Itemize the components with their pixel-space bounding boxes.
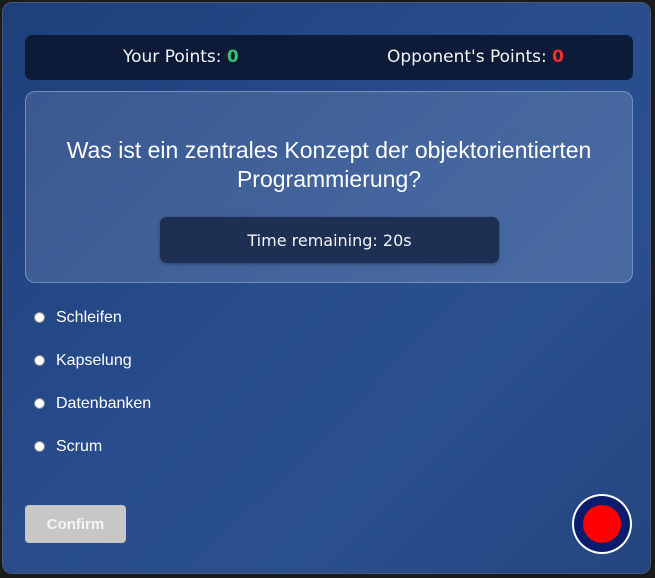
question-text: Was ist ein zentrales Konzept der objekt… (66, 137, 592, 192)
your-points: Your Points: 0 (123, 47, 239, 67)
answer-options: Schleifen Kapselung Datenbanken Scrum (34, 309, 151, 481)
your-points-label: Your Points: (123, 47, 227, 67)
answer-option-label: Datenbanken (56, 395, 152, 412)
opponent-points-label: Opponent's Points: (387, 47, 553, 67)
confirm-button[interactable]: Confirm (25, 505, 126, 543)
answer-option-label: Kapselung (56, 352, 132, 369)
record-icon (583, 505, 621, 543)
record-button[interactable] (572, 494, 632, 554)
quiz-window: Your Points: 0 Opponent's Points: 0 Was … (2, 2, 651, 574)
scoreboard: Your Points: 0 Opponent's Points: 0 (25, 35, 633, 80)
your-points-value: 0 (226, 47, 239, 67)
radio-button[interactable] (34, 441, 45, 452)
answer-option[interactable]: Scrum (34, 438, 151, 481)
radio-button[interactable] (34, 355, 45, 366)
answer-option[interactable]: Kapselung (34, 352, 151, 395)
opponent-points-value: 0 (552, 47, 565, 67)
record-ring (574, 496, 630, 552)
answer-option[interactable]: Datenbanken (34, 395, 151, 438)
opponent-points: Opponent's Points: 0 (387, 47, 564, 67)
answer-option[interactable]: Schleifen (34, 309, 151, 352)
answer-option-label: Scrum (56, 438, 103, 455)
answer-option-label: Schleifen (56, 309, 122, 326)
question-card: Was ist ein zentrales Konzept der objekt… (25, 91, 633, 283)
radio-button[interactable] (34, 312, 45, 323)
timer: Time remaining: 20s (160, 217, 499, 263)
radio-button[interactable] (34, 398, 45, 409)
